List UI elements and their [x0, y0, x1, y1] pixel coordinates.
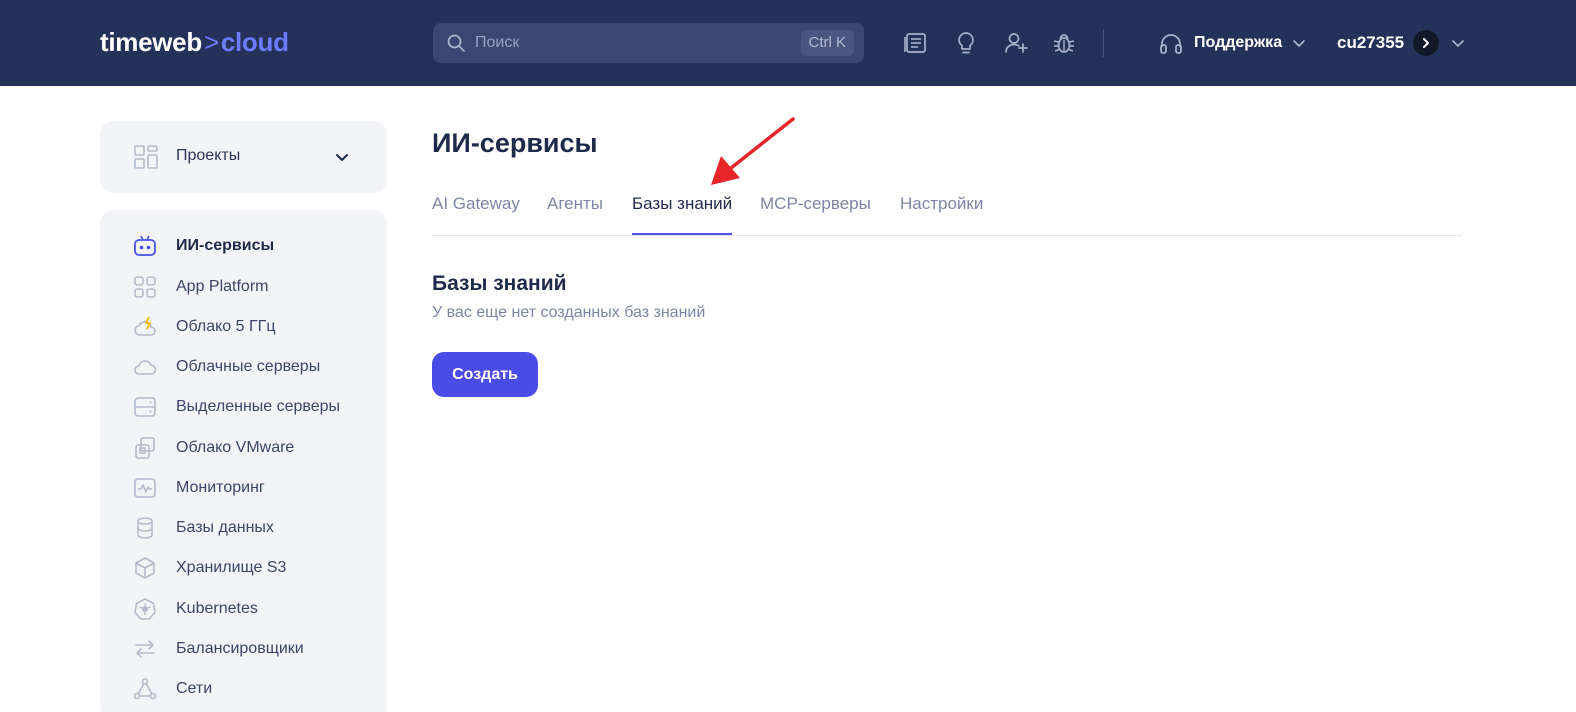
lightbulb-icon[interactable] [953, 30, 979, 56]
balancer-arrows-icon [135, 640, 155, 658]
projects-selector[interactable]: Проекты [100, 121, 387, 193]
chevron-down-icon[interactable] [1451, 36, 1465, 50]
sidebar-item-networks[interactable]: Сети [100, 669, 387, 709]
sidebar-item-balancers[interactable]: Балансировщики [100, 629, 387, 669]
headphones-icon [1160, 34, 1182, 54]
annotation-arrow-icon [711, 117, 795, 185]
sidebar-item-cloud-5ghz[interactable]: Облако 5 ГГц [100, 307, 387, 347]
page-title: ИИ-сервисы [432, 128, 598, 158]
ai-robot-icon [134, 235, 156, 256]
sidebar-item-label: ИИ-сервисы [176, 237, 275, 254]
cloud-bolt-icon [134, 316, 156, 336]
search-input[interactable] [475, 23, 775, 63]
sidebar-item-label: Базы данных [176, 519, 274, 536]
server-icon [134, 397, 156, 417]
tab-mcp-servers[interactable]: MCP-серверы [760, 194, 871, 235]
projects-label: Проекты [176, 147, 241, 164]
chevron-down-icon [1293, 40, 1305, 47]
network-icon [133, 678, 157, 700]
sidebar-item-monitoring[interactable]: Мониторинг [100, 468, 387, 508]
sidebar-item-ai-services[interactable]: ИИ-сервисы [100, 226, 387, 266]
support-label: Поддержка [1194, 34, 1283, 51]
apps-grid-icon [134, 276, 156, 298]
sidebar-item-label: Мониторинг [176, 479, 265, 496]
monitoring-icon [134, 478, 156, 498]
docs-icon[interactable] [903, 30, 929, 56]
database-icon [137, 517, 153, 539]
sidebar-item-vmware[interactable]: Облако VMware [100, 428, 387, 468]
account-arrow-icon[interactable] [1413, 30, 1440, 56]
chevron-down-icon[interactable] [334, 151, 350, 165]
tab-settings[interactable]: Настройки [900, 194, 983, 235]
sidebar-item-label: Облако 5 ГГц [176, 318, 276, 335]
account-menu[interactable]: cu27355 [1337, 28, 1465, 58]
sidebar-item-cloud-servers[interactable]: Облачные серверы [100, 347, 387, 387]
sidebar-item-label: Балансировщики [176, 640, 304, 657]
logo[interactable]: timeweb>cloud [100, 27, 289, 58]
create-button[interactable]: Создать [432, 352, 538, 397]
top-header: timeweb>cloud Ctrl K Поддержка cu27355 [0, 0, 1576, 86]
vmware-icon [135, 437, 155, 459]
sidebar-item-label: Kubernetes [176, 600, 258, 617]
tab-agents[interactable]: Агенты [547, 194, 603, 235]
sidebar-item-kubernetes[interactable]: Kubernetes [100, 589, 387, 629]
logo-separator: > [203, 27, 219, 57]
sidebar-item-label: App Platform [176, 278, 269, 295]
sidebar-nav: ИИ-сервисы App Platform Облако 5 ГГц Обл… [100, 210, 387, 712]
sidebar-item-label: Облачные серверы [176, 358, 321, 375]
header-divider [1103, 29, 1104, 57]
section-title: Базы знаний [432, 272, 567, 295]
storage-cube-icon [135, 557, 155, 579]
sidebar-item-app-platform[interactable]: App Platform [100, 267, 387, 307]
search-shortcut-badge: Ctrl K [800, 30, 854, 56]
tab-ai-gateway[interactable]: AI Gateway [432, 194, 520, 235]
search-box[interactable]: Ctrl K [433, 23, 864, 63]
search-icon [447, 34, 465, 52]
empty-state-text: У вас еще нет созданных баз знаний [432, 304, 706, 321]
sidebar-item-label: Хранилище S3 [176, 559, 287, 576]
logo-text-timeweb: timeweb [100, 27, 202, 57]
support-menu[interactable]: Поддержка [1158, 30, 1306, 56]
sidebar-item-dedicated-servers[interactable]: Выделенные серверы [100, 387, 387, 427]
sidebar-item-label: Сети [176, 680, 213, 697]
tab-knowledge-bases[interactable]: Базы знаний [632, 194, 733, 235]
kubernetes-icon [134, 598, 156, 620]
cloud-icon [134, 360, 157, 375]
projects-grid-icon [134, 145, 158, 169]
account-label: cu27355 [1337, 33, 1405, 52]
sidebar-item-label: Облако VMware [176, 439, 295, 456]
tabs-bar: AI Gateway Агенты Базы знаний MCP-сервер… [432, 190, 1462, 236]
bug-icon[interactable] [1051, 30, 1077, 56]
sidebar-item-databases[interactable]: Базы данных [100, 508, 387, 548]
sidebar-item-label: Выделенные серверы [176, 398, 341, 415]
logo-text-cloud: cloud [220, 27, 289, 57]
add-user-icon[interactable] [1003, 30, 1029, 56]
sidebar-item-s3-storage[interactable]: Хранилище S3 [100, 548, 387, 588]
